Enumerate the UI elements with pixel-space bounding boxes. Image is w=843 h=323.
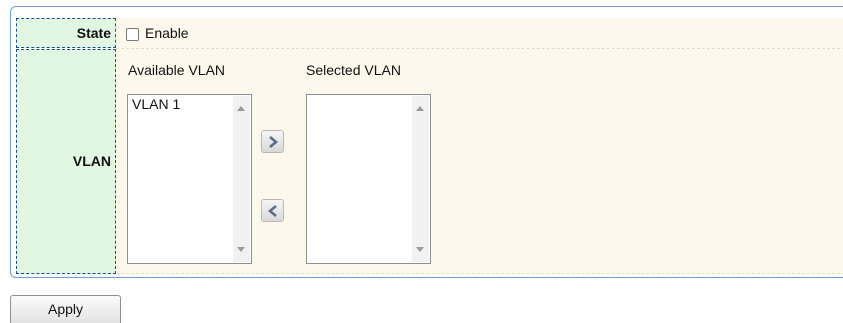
available-vlan-list[interactable]: VLAN 1 [127,94,252,264]
vlan-option[interactable]: VLAN 1 [132,96,180,112]
enable-checkbox[interactable] [126,28,139,41]
state-label: State [16,18,116,48]
move-left-button[interactable] [261,199,284,222]
selected-vlan-scrollbar[interactable] [412,96,429,262]
scroll-down-icon[interactable] [237,247,245,252]
chevron-right-icon [269,136,279,148]
available-vlan-title: Available VLAN [128,62,226,78]
scroll-down-icon[interactable] [416,247,424,252]
apply-button[interactable]: Apply [10,295,121,323]
scroll-up-icon[interactable] [416,106,424,111]
scroll-up-icon[interactable] [237,106,245,111]
selected-vlan-title: Selected VLAN [306,62,401,78]
move-right-button[interactable] [261,130,284,153]
state-row: State [16,18,843,48]
vlan-label: VLAN [16,49,116,274]
available-vlan-items: VLAN 1 [132,96,180,112]
row-divider-bottom [116,273,843,274]
available-vlan-scrollbar[interactable] [233,96,250,262]
selected-vlan-list[interactable] [306,94,431,264]
enable-checkbox-label: Enable [145,25,189,41]
chevron-left-icon [267,205,277,217]
